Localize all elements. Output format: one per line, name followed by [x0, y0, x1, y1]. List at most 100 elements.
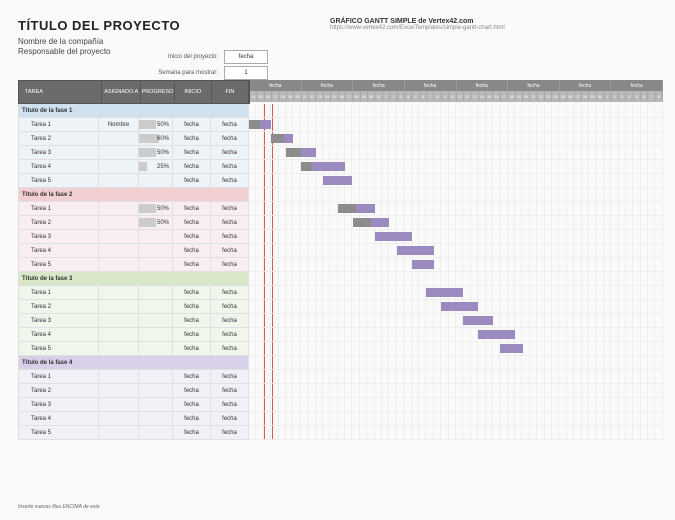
task-name-cell[interactable]: Tarea 4 [19, 328, 99, 341]
col-assigned[interactable]: ASIGNADO A [102, 81, 141, 103]
assigned-cell[interactable] [99, 132, 139, 145]
progress-cell[interactable] [139, 398, 173, 411]
credit-url[interactable]: https://www.vertex42.com/ExcelTemplates/… [330, 25, 505, 31]
end-cell[interactable]: fecha [211, 230, 249, 243]
start-cell[interactable]: fecha [173, 174, 211, 187]
col-progress[interactable]: PROGRESO [141, 81, 174, 103]
start-cell[interactable]: fecha [173, 132, 211, 145]
start-cell[interactable]: fecha [173, 314, 211, 327]
display-week-input[interactable]: 1 [224, 66, 268, 80]
task-name-cell[interactable]: Tarea 5 [19, 258, 99, 271]
assigned-cell[interactable] [99, 384, 139, 397]
task-name-cell[interactable]: Tarea 3 [19, 398, 99, 411]
progress-cell[interactable]: 50% [139, 216, 173, 229]
start-cell[interactable]: fecha [173, 258, 211, 271]
end-cell[interactable]: fecha [211, 160, 249, 173]
task-name-cell[interactable]: Tarea 3 [19, 146, 99, 159]
end-cell[interactable]: fecha [211, 202, 249, 215]
task-name-cell[interactable]: Tarea 2 [19, 132, 99, 145]
gantt-bar[interactable] [353, 218, 390, 227]
task-name-cell[interactable]: Tarea 2 [19, 300, 99, 313]
end-cell[interactable]: fecha [211, 412, 249, 425]
gantt-bar[interactable] [463, 316, 493, 325]
end-cell[interactable]: fecha [211, 328, 249, 341]
task-name-cell[interactable]: Tarea 5 [19, 174, 99, 187]
assigned-cell[interactable] [99, 216, 139, 229]
task-name-cell[interactable]: Tarea 5 [19, 342, 99, 355]
end-cell[interactable]: fecha [211, 118, 249, 131]
task-name-cell[interactable]: Tarea 4 [19, 160, 99, 173]
assigned-cell[interactable] [99, 412, 139, 425]
assigned-cell[interactable] [99, 146, 139, 159]
end-cell[interactable]: fecha [211, 426, 249, 439]
gantt-bar[interactable] [426, 288, 463, 297]
assigned-cell[interactable]: Nombre [99, 118, 139, 131]
assigned-cell[interactable] [99, 370, 139, 383]
assigned-cell[interactable] [99, 202, 139, 215]
gantt-bar[interactable] [478, 330, 515, 339]
task-name-cell[interactable]: Tarea 1 [19, 118, 99, 131]
assigned-cell[interactable] [99, 286, 139, 299]
progress-cell[interactable] [139, 230, 173, 243]
progress-cell[interactable] [139, 258, 173, 271]
progress-cell[interactable] [139, 384, 173, 397]
gantt-bar[interactable] [500, 344, 522, 353]
progress-cell[interactable]: 60% [139, 132, 173, 145]
end-cell[interactable]: fecha [211, 314, 249, 327]
assigned-cell[interactable] [99, 230, 139, 243]
progress-cell[interactable]: 50% [139, 118, 173, 131]
project-owner[interactable]: Responsable del proyecto [18, 47, 663, 57]
phase-title[interactable]: Título de la fase 1 [19, 104, 249, 117]
task-name-cell[interactable]: Tarea 1 [19, 202, 99, 215]
end-cell[interactable]: fecha [211, 342, 249, 355]
project-start-input[interactable]: fecha [224, 50, 268, 64]
assigned-cell[interactable] [99, 300, 139, 313]
end-cell[interactable]: fecha [211, 370, 249, 383]
progress-cell[interactable] [139, 412, 173, 425]
gantt-bar[interactable] [301, 162, 345, 171]
end-cell[interactable]: fecha [211, 300, 249, 313]
task-name-cell[interactable]: Tarea 4 [19, 412, 99, 425]
end-cell[interactable]: fecha [211, 384, 249, 397]
start-cell[interactable]: fecha [173, 398, 211, 411]
progress-cell[interactable] [139, 426, 173, 439]
start-cell[interactable]: fecha [173, 342, 211, 355]
progress-cell[interactable] [139, 300, 173, 313]
start-cell[interactable]: fecha [173, 286, 211, 299]
gantt-bar[interactable] [397, 246, 434, 255]
progress-cell[interactable] [139, 328, 173, 341]
phase-title[interactable]: Título de la fase 2 [19, 188, 249, 201]
assigned-cell[interactable] [99, 244, 139, 257]
col-end[interactable]: FIN [212, 81, 249, 103]
start-cell[interactable]: fecha [173, 244, 211, 257]
phase-title[interactable]: Título de la fase 3 [19, 272, 249, 285]
assigned-cell[interactable] [99, 314, 139, 327]
end-cell[interactable]: fecha [211, 174, 249, 187]
start-cell[interactable]: fecha [173, 370, 211, 383]
end-cell[interactable]: fecha [211, 132, 249, 145]
progress-cell[interactable] [139, 370, 173, 383]
task-name-cell[interactable]: Tarea 3 [19, 230, 99, 243]
gantt-bar[interactable] [323, 176, 353, 185]
start-cell[interactable]: fecha [173, 300, 211, 313]
start-cell[interactable]: fecha [173, 160, 211, 173]
end-cell[interactable]: fecha [211, 286, 249, 299]
col-start[interactable]: INICIO [175, 81, 212, 103]
start-cell[interactable]: fecha [173, 328, 211, 341]
progress-cell[interactable] [139, 342, 173, 355]
assigned-cell[interactable] [99, 398, 139, 411]
gantt-bar[interactable] [412, 260, 434, 269]
gantt-bar[interactable] [249, 120, 271, 129]
task-name-cell[interactable]: Tarea 1 [19, 286, 99, 299]
end-cell[interactable]: fecha [211, 258, 249, 271]
gantt-bar[interactable] [338, 204, 375, 213]
assigned-cell[interactable] [99, 328, 139, 341]
task-name-cell[interactable]: Tarea 4 [19, 244, 99, 257]
progress-cell[interactable]: 25% [139, 160, 173, 173]
assigned-cell[interactable] [99, 426, 139, 439]
start-cell[interactable]: fecha [173, 216, 211, 229]
assigned-cell[interactable] [99, 174, 139, 187]
start-cell[interactable]: fecha [173, 384, 211, 397]
progress-cell[interactable] [139, 244, 173, 257]
start-cell[interactable]: fecha [173, 202, 211, 215]
